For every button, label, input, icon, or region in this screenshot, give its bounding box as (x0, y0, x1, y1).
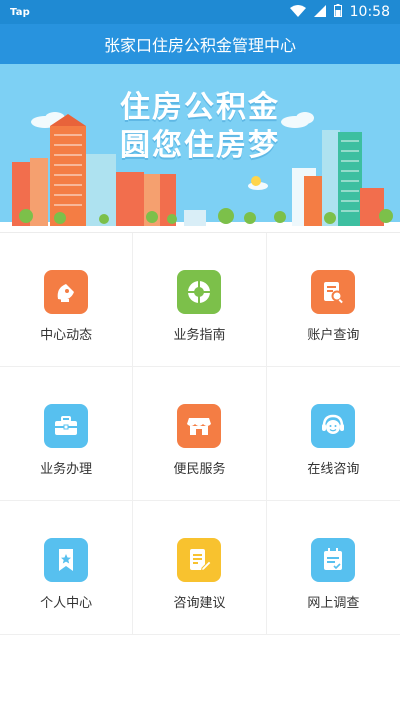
menu-item-business-handling[interactable]: 业务办理 (0, 367, 134, 501)
status-bar: Tap 10:58 (0, 0, 400, 24)
status-time: 10:58 (349, 4, 390, 20)
menu-item-account-query[interactable]: 账户查询 (266, 233, 400, 367)
menu-item-label: 在线咨询 (307, 462, 360, 477)
menu-item-suggestions[interactable]: 咨询建议 (133, 501, 267, 635)
headset-agent-icon (311, 404, 356, 448)
menu-item-online-consulting[interactable]: 在线咨询 (266, 367, 400, 501)
menu-item-personal-center[interactable]: 个人中心 (0, 501, 134, 635)
menu-item-label: 网上调查 (307, 596, 360, 611)
menu-item-label: 中心动态 (40, 328, 93, 343)
document-search-icon (311, 270, 356, 314)
store-icon (177, 404, 222, 448)
battery-icon (333, 4, 342, 20)
menu-item-business-guide[interactable]: 业务指南 (133, 233, 267, 367)
wifi-icon (289, 4, 306, 20)
banner-subheadline: 圆您住房梦 (120, 128, 280, 163)
bookmark-star-icon (44, 538, 89, 582)
status-app-label: Tap (10, 6, 31, 18)
briefcase-icon (44, 404, 89, 448)
app-title-bar: 张家口住房公积金管理中心 (0, 24, 400, 64)
satellite-dish-icon (44, 270, 89, 314)
document-edit-icon (177, 538, 222, 582)
menu-item-label: 个人中心 (40, 596, 93, 611)
menu-item-center-news[interactable]: 中心动态 (0, 233, 134, 367)
page-title: 张家口住房公积金管理中心 (103, 36, 296, 55)
menu-item-label: 业务办理 (40, 462, 93, 477)
hero-banner: 住房公积金 圆您住房梦 (0, 64, 400, 232)
compass-icon (177, 270, 222, 314)
menu-item-label: 便民服务 (173, 462, 226, 477)
signal-icon (313, 4, 326, 20)
menu-item-label: 业务指南 (173, 328, 226, 343)
menu-item-label: 账户查询 (307, 328, 360, 343)
service-menu-grid: 中心动态 业务指南 账户查询 业务办理 便民服务 在线咨询 个人中心 咨询建议 … (0, 232, 400, 635)
menu-item-convenience-service[interactable]: 便民服务 (133, 367, 267, 501)
menu-item-label: 咨询建议 (173, 596, 226, 611)
calendar-check-icon (311, 538, 356, 582)
menu-item-online-survey[interactable]: 网上调查 (266, 501, 400, 635)
